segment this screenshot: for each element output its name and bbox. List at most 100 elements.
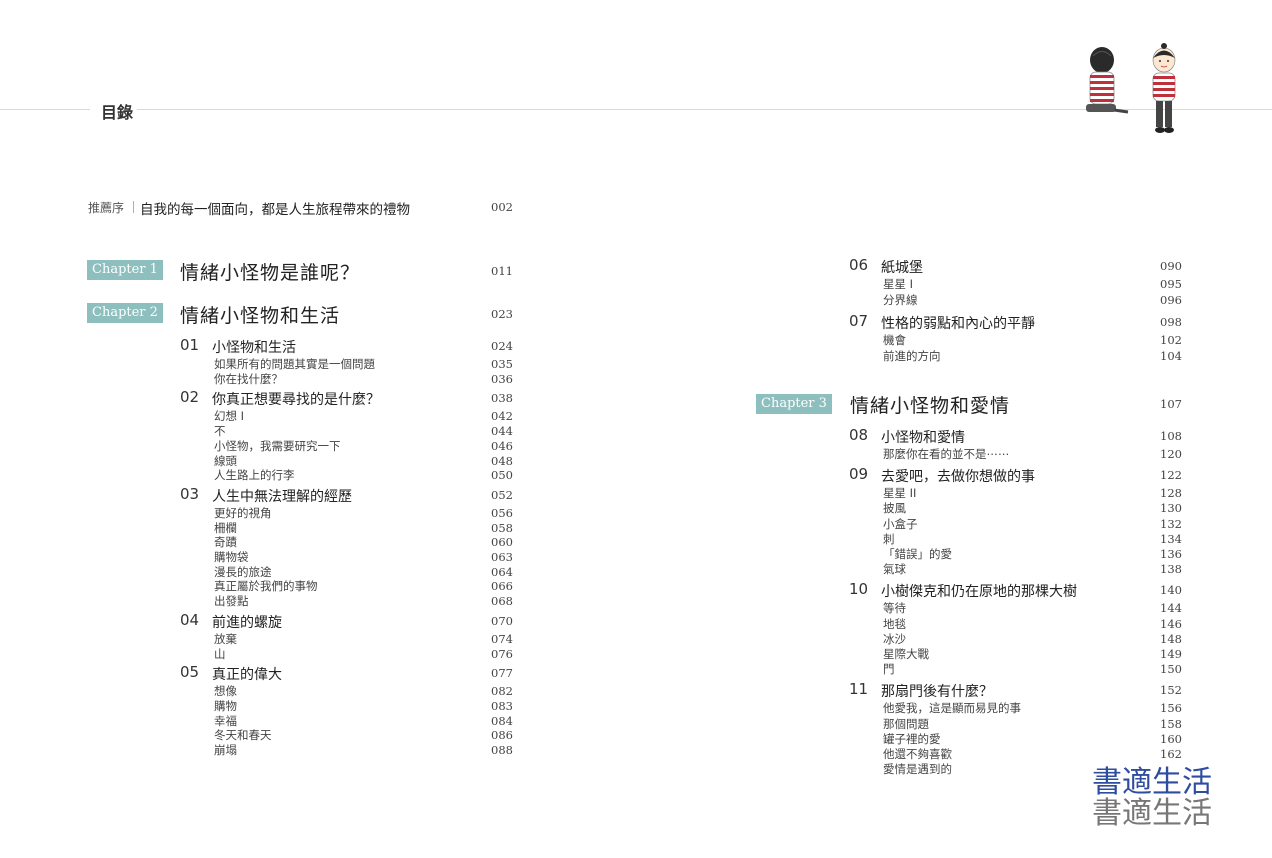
toc-item[interactable]: 幸福 xyxy=(214,713,237,729)
toc-item-page: 076 xyxy=(491,646,513,661)
toc-item-page: 044 xyxy=(491,424,513,439)
toc-item[interactable]: 出發點 xyxy=(214,593,249,609)
toc-item[interactable]: 小怪物，我需要研究一下 xyxy=(214,438,341,454)
preface-separator xyxy=(133,201,134,213)
child-back-view-icon xyxy=(1086,47,1129,114)
section-page: 140 xyxy=(1160,583,1182,598)
toc-item-page: 096 xyxy=(1160,292,1182,307)
toc-item[interactable]: 前進的方向 xyxy=(883,348,941,364)
toc-item[interactable]: 機會 xyxy=(883,332,906,348)
section-page: 098 xyxy=(1160,315,1182,329)
toc-item[interactable]: 線頭 xyxy=(214,453,237,469)
section-title[interactable]: 你真正想要尋找的是什麼？ xyxy=(212,389,380,409)
chapter-2-page: 023 xyxy=(491,307,513,321)
section-title[interactable]: 人生中無法理解的經歷 xyxy=(212,486,352,506)
section-number: 09 xyxy=(849,465,869,484)
section-title[interactable]: 那扇門後有什麼？ xyxy=(881,681,993,701)
toc-item[interactable]: 那個問題 xyxy=(883,716,929,732)
toc-item-page: 064 xyxy=(491,564,513,579)
section-number: 02 xyxy=(180,388,200,407)
toc-item-page: 156 xyxy=(1160,701,1182,716)
toc-item-page: 050 xyxy=(491,468,513,483)
toc-item-page: 083 xyxy=(491,698,513,713)
toc-item[interactable]: 你在找什麼？ xyxy=(214,371,283,387)
toc-item[interactable]: 人生路上的行李 xyxy=(214,467,295,483)
chapter-3-page: 107 xyxy=(1160,397,1182,411)
toc-item-page: 068 xyxy=(491,594,513,609)
toc-item-page: 162 xyxy=(1160,747,1182,761)
toc-item[interactable]: 地毯 xyxy=(883,616,906,632)
section-page: 070 xyxy=(491,613,513,628)
chapter-2-title[interactable]: 情緒小怪物和生活 xyxy=(180,301,340,328)
toc-item-page: 102 xyxy=(1160,333,1182,347)
section-page: 108 xyxy=(1160,429,1182,443)
toc-item[interactable]: 「錯誤」的愛 xyxy=(883,546,952,562)
toc-item[interactable]: 如果所有的問題其實是一個問題 xyxy=(214,356,375,372)
preface-page: 002 xyxy=(491,200,513,214)
toc-item[interactable]: 想像 xyxy=(214,683,237,699)
section-title[interactable]: 紙城堡 xyxy=(881,257,923,277)
toc-item[interactable]: 購物 xyxy=(214,698,237,714)
toc-item-page: 058 xyxy=(491,520,513,535)
section-page: 077 xyxy=(491,666,513,681)
toc-item[interactable]: 漫長的旅途 xyxy=(214,564,272,580)
toc-item[interactable]: 氣球 xyxy=(883,561,906,577)
toc-item[interactable]: 更好的視角 xyxy=(214,505,272,521)
chapter-1-title[interactable]: 情緒小怪物是誰呢？ xyxy=(180,258,360,285)
section-title[interactable]: 小怪物和愛情 xyxy=(881,427,965,447)
section-title[interactable]: 小怪物和生活 xyxy=(212,337,296,357)
child-front-view-icon xyxy=(1152,43,1176,133)
section-title[interactable]: 前進的螺旋 xyxy=(212,612,282,632)
chapter-3-title[interactable]: 情緒小怪物和愛情 xyxy=(850,391,1010,418)
toc-item[interactable]: 分界線 xyxy=(883,292,918,308)
toc-item-page: 160 xyxy=(1160,731,1182,746)
toc-item-page: 144 xyxy=(1160,601,1182,616)
toc-item[interactable]: 那麼你在看的並不是⋯⋯ xyxy=(883,446,1010,462)
toc-item-page: 134 xyxy=(1160,531,1182,546)
toc-item[interactable]: 他愛我，這是顯而易見的事 xyxy=(883,700,1021,716)
toc-item[interactable]: 等待 xyxy=(883,600,906,616)
toc-item[interactable]: 不 xyxy=(214,423,226,439)
section-title[interactable]: 真正的偉大 xyxy=(212,664,282,684)
section-title[interactable]: 性格的弱點和內心的平靜 xyxy=(881,313,1035,333)
toc-item[interactable]: 崩塌 xyxy=(214,742,237,758)
toc-item[interactable]: 奇蹟 xyxy=(214,534,237,550)
toc-item[interactable]: 真正屬於我們的事物 xyxy=(214,578,318,594)
toc-item[interactable]: 小盒子 xyxy=(883,516,918,532)
toc-item-page: 063 xyxy=(491,550,513,564)
toc-item[interactable]: 幻想 I xyxy=(214,408,244,424)
toc-item[interactable]: 冬天和春天 xyxy=(214,727,272,743)
toc-item[interactable]: 他還不夠喜歡 xyxy=(883,746,952,762)
toc-item[interactable]: 星星 I xyxy=(883,276,913,292)
toc-item-page: 150 xyxy=(1160,662,1182,677)
section-title[interactable]: 去愛吧，去做你想做的事 xyxy=(881,466,1035,486)
toc-item[interactable]: 冰沙 xyxy=(883,631,906,647)
section-title[interactable]: 小樹傑克和仍在原地的那棵大樹 xyxy=(881,581,1077,601)
toc-item[interactable]: 星際大戰 xyxy=(883,646,929,662)
toc-item[interactable]: 山 xyxy=(214,646,226,662)
toc-item-page: 138 xyxy=(1160,562,1182,577)
toc-item-page: 149 xyxy=(1160,647,1182,661)
section-page: 122 xyxy=(1160,468,1182,483)
watermark-back: 書適生活 xyxy=(1092,796,1212,831)
toc-item[interactable]: 放棄 xyxy=(214,631,237,647)
toc-item[interactable]: 罐子裡的愛 xyxy=(883,731,941,747)
toc-item-page: 120 xyxy=(1160,447,1182,461)
toc-item-page: 036 xyxy=(491,371,513,386)
section-page: 090 xyxy=(1160,259,1182,273)
toc-item-page: 136 xyxy=(1160,547,1182,561)
preface-title[interactable]: 自我的每一個面向，都是人生旅程帶來的禮物 xyxy=(140,198,410,218)
toc-item[interactable]: 購物袋 xyxy=(214,549,249,565)
chapter-3-badge: Chapter 3 xyxy=(756,394,832,414)
toc-item[interactable]: 門 xyxy=(883,661,895,677)
section-number: 04 xyxy=(180,610,200,629)
toc-item[interactable]: 柵欄 xyxy=(214,520,237,536)
toc-item[interactable]: 披風 xyxy=(883,500,906,516)
toc-item-page: 060 xyxy=(491,535,513,550)
toc-item[interactable]: 星星 II xyxy=(883,485,916,501)
toc-item[interactable]: 刺 xyxy=(883,531,895,547)
section-number: 07 xyxy=(849,312,869,330)
toc-item[interactable]: 愛情是遇到的 xyxy=(883,761,952,777)
toc-item-page: 146 xyxy=(1160,616,1182,631)
toc-item-page: 035 xyxy=(491,357,513,371)
